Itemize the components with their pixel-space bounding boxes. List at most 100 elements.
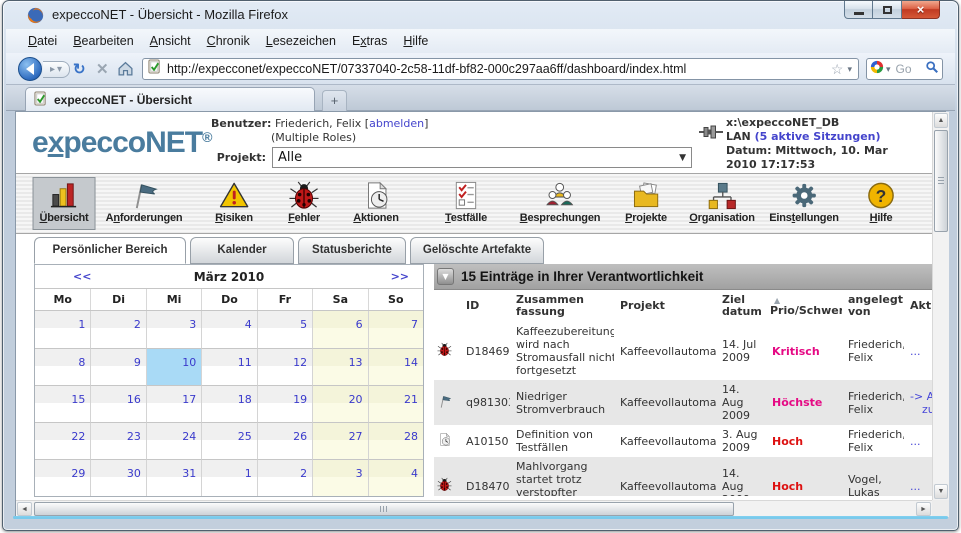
menu-chronik[interactable]: Chronik (199, 31, 258, 51)
horizontal-scrollbar[interactable]: ◄ ► (16, 500, 932, 517)
vertical-scroll-thumb[interactable] (934, 130, 948, 232)
calendar-day-20[interactable]: 20 (312, 385, 367, 422)
calendar-next-link[interactable]: >> (391, 270, 409, 283)
window-titlebar[interactable]: expeccoNET - Übersicht - Mozilla Firefox… (3, 1, 958, 29)
toolbar-item-bugs[interactable]: Fehler (281, 177, 327, 230)
minimize-button[interactable] (844, 1, 873, 19)
collapse-chevron-icon[interactable]: ▼ (437, 268, 454, 285)
calendar-day-30[interactable]: 30 (90, 459, 145, 496)
calendar-day-29[interactable]: 29 (35, 459, 90, 496)
column-header-ziel-datum[interactable]: Zieldatum (716, 290, 764, 322)
calendar-day-3[interactable]: 3 (312, 459, 367, 496)
search-engine-caret-icon[interactable]: ▾ (886, 64, 891, 75)
row-actions-link[interactable]: -> Azuge (910, 390, 932, 416)
calendar-day-28[interactable]: 28 (368, 422, 423, 459)
tab-kalender[interactable]: Kalender (190, 237, 294, 264)
toolbar-item-requirements[interactable]: Anforderungen (99, 177, 190, 230)
toolbar-item-settings[interactable]: Einstellungen (762, 177, 846, 230)
search-box[interactable]: ▾ Go (866, 58, 943, 80)
calendar-day-24[interactable]: 24 (146, 422, 201, 459)
menu-datei[interactable]: Datei (20, 31, 65, 51)
toolbar-item-overview[interactable]: Übersicht (33, 177, 96, 230)
calendar-day-13[interactable]: 13 (312, 348, 367, 385)
calendar-day-1[interactable]: 1 (35, 311, 90, 348)
calendar-day-25[interactable]: 25 (201, 422, 256, 459)
horizontal-scroll-thumb[interactable] (34, 502, 734, 516)
calendar-day-12[interactable]: 12 (257, 348, 312, 385)
menu-hilfe[interactable]: Hilfe (395, 31, 436, 51)
toolbar-item-testcases[interactable]: Testfälle (438, 177, 494, 230)
active-sessions-link[interactable]: (5 aktive Sitzungen) (751, 130, 881, 143)
column-header-projekt[interactable]: Projekt (614, 290, 716, 322)
menu-lesezeichen[interactable]: Lesezeichen (258, 31, 344, 51)
column-header-zusammen-fassung[interactable]: Zusammenfassung (510, 290, 614, 322)
menu-ansicht[interactable]: Ansicht (142, 31, 199, 51)
forward-button[interactable]: ▸ ▾ (43, 61, 70, 78)
home-button[interactable] (117, 60, 134, 82)
column-header-prio-schwere[interactable]: ▲Prio/Schwere (764, 290, 842, 322)
calendar-day-17[interactable]: 17 (146, 385, 201, 422)
calendar-day-4[interactable]: 4 (201, 311, 256, 348)
url-bar[interactable]: http://expecconet/expeccoNET/07337040-2c… (142, 58, 859, 80)
table-row-q981303[interactable]: q981303NiedrigerStromverbrauchKaffeevoll… (434, 380, 932, 425)
scroll-up-button[interactable]: ▲ (934, 113, 948, 128)
toolbar-item-help[interactable]: ?Hilfe (858, 177, 904, 230)
column-header-icon[interactable] (434, 290, 460, 322)
calendar-day-2[interactable]: 2 (90, 311, 145, 348)
toolbar-item-actions[interactable]: Aktionen (346, 177, 405, 230)
table-row-D1847000[interactable]: D1847000Mahlvorgangstartet trotzverstopf… (434, 457, 932, 496)
column-header-akti[interactable]: Akti (904, 290, 932, 322)
calendar-day-1[interactable]: 1 (201, 459, 256, 496)
calendar-day-11[interactable]: 11 (201, 348, 256, 385)
table-row-D1846999[interactable]: D1846999Kaffeezubereitungwird nachStroma… (434, 322, 932, 380)
menu-extras[interactable]: Extras (344, 31, 395, 51)
calendar-day-15[interactable]: 15 (35, 385, 90, 422)
browser-tab-expecconet[interactable]: expeccoNET - Übersicht (25, 87, 315, 111)
bookmark-star-icon[interactable]: ☆ (831, 61, 844, 78)
calendar-day-8[interactable]: 8 (35, 348, 90, 385)
calendar-day-19[interactable]: 19 (257, 385, 312, 422)
project-select[interactable]: Alle ▼ (272, 147, 692, 168)
toolbar-item-risks[interactable]: Risiken (208, 177, 260, 230)
row-actions-link[interactable]: ... (910, 435, 932, 448)
logout-link[interactable]: abmelden (369, 117, 424, 130)
toolbar-item-meetings[interactable]: Besprechungen (513, 177, 608, 230)
toolbar-item-projects[interactable]: Projekte (618, 177, 674, 230)
calendar-day-16[interactable]: 16 (90, 385, 145, 422)
calendar-day-6[interactable]: 6 (312, 311, 367, 348)
column-header-id[interactable]: ID (460, 290, 510, 322)
scroll-down-button[interactable]: ▼ (934, 484, 948, 499)
calendar-day-5[interactable]: 5 (257, 311, 312, 348)
column-header-angelegt-von[interactable]: angelegtvon (842, 290, 904, 322)
scroll-left-button[interactable]: ◄ (17, 502, 32, 516)
calendar-day-18[interactable]: 18 (201, 385, 256, 422)
new-tab-button[interactable]: + (322, 90, 347, 111)
calendar-day-4[interactable]: 4 (368, 459, 423, 496)
calendar-day-3[interactable]: 3 (146, 311, 201, 348)
calendar-day-27[interactable]: 27 (312, 422, 367, 459)
calendar-day-21[interactable]: 21 (368, 385, 423, 422)
search-magnifier-icon[interactable] (925, 60, 939, 79)
row-actions-link[interactable]: ... (910, 480, 932, 493)
scroll-right-button[interactable]: ► (916, 502, 931, 516)
calendar-day-2[interactable]: 2 (257, 459, 312, 496)
back-button[interactable] (18, 57, 42, 81)
reload-button[interactable]: ↻ (73, 60, 86, 78)
calendar-day-22[interactable]: 22 (35, 422, 90, 459)
table-row-A10150[interactable]: A10150Definition vonTestfällenKaffeevoll… (434, 425, 932, 457)
tab-persönlicher-bereich[interactable]: Persönlicher Bereich (34, 237, 186, 264)
row-actions-link[interactable]: ... (910, 345, 932, 358)
menu-bearbeiten[interactable]: Bearbeiten (65, 31, 141, 51)
tab-statusberichte[interactable]: Statusberichte (298, 237, 406, 264)
calendar-day-7[interactable]: 7 (368, 311, 423, 348)
maximize-button[interactable] (873, 1, 902, 19)
url-dropdown-icon[interactable]: ▾ (847, 64, 852, 75)
calendar-day-9[interactable]: 9 (90, 348, 145, 385)
calendar-day-26[interactable]: 26 (257, 422, 312, 459)
calendar-day-14[interactable]: 14 (368, 348, 423, 385)
tab-gelöschte-artefakte[interactable]: Gelöschte Artefakte (410, 237, 544, 264)
stop-button[interactable]: ✕ (96, 60, 109, 78)
calendar-day-31[interactable]: 31 (146, 459, 201, 496)
toolbar-item-organisation[interactable]: Organisation (682, 177, 761, 230)
close-button[interactable]: × (902, 1, 940, 19)
